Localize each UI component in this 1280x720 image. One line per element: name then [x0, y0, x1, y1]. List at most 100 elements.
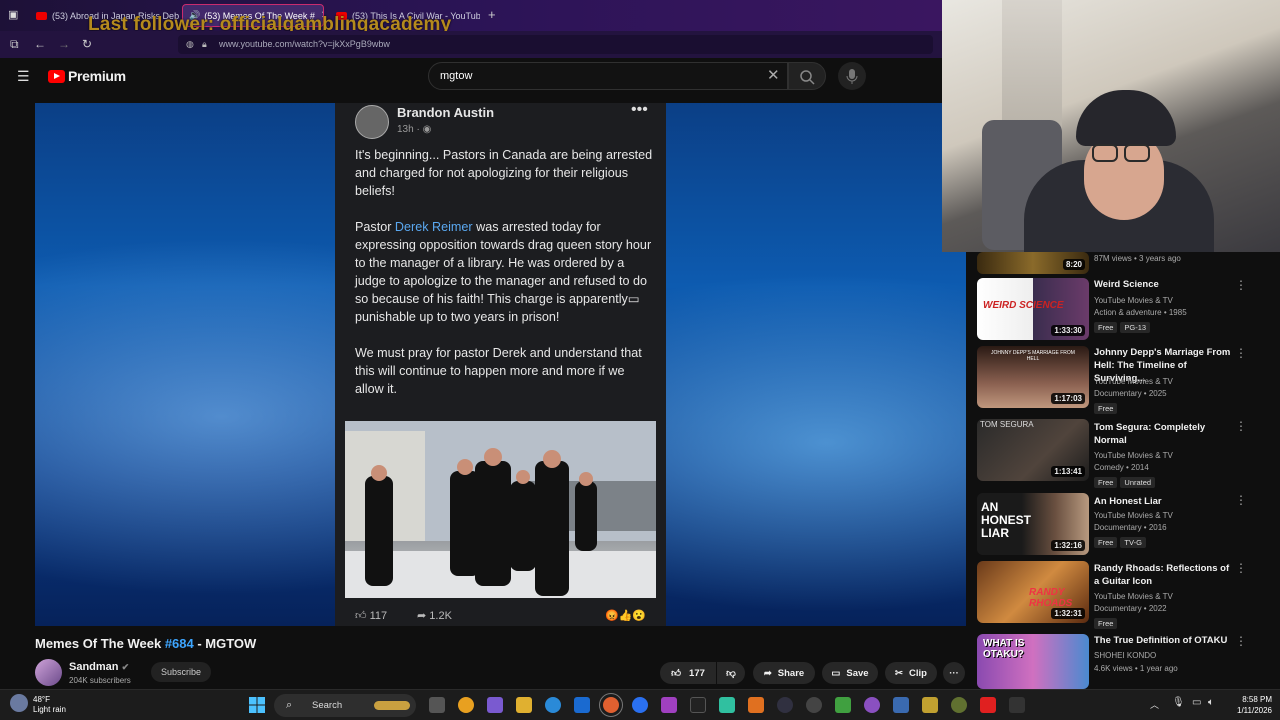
dislike-button[interactable]: 👎︎: [717, 662, 745, 684]
channel-name-text: Sandman: [69, 661, 119, 673]
recommended-video-4[interactable]: AN HONEST LIAR 1:32:16 An Honest Liar Yo…: [977, 493, 1267, 559]
weather-widget[interactable]: 48°F Light rain: [33, 695, 66, 715]
post-time-text: 13h ·: [397, 124, 423, 135]
obs-icon[interactable]: [806, 697, 822, 713]
youtube-app-icon[interactable]: [980, 697, 996, 713]
video-title[interactable]: Weird Science: [1094, 278, 1234, 291]
tab-list-icon[interactable]: ▣: [8, 8, 18, 21]
video-thumbnail[interactable]: TOM SEGURA 1:13:41: [977, 419, 1089, 481]
brave-icon[interactable]: [748, 697, 764, 713]
app-icon[interactable]: [1009, 697, 1025, 713]
search-input[interactable]: mgtow: [428, 62, 788, 90]
video-thumbnail[interactable]: 8:20: [977, 252, 1089, 274]
video-title[interactable]: An Honest Liar: [1094, 495, 1234, 508]
video-thumbnail[interactable]: JOHNNY DEPP'S MARRIAGE FROM HELL 1:17:03: [977, 346, 1089, 408]
streamer-person: [1024, 90, 1214, 252]
badge: Free: [1094, 477, 1118, 488]
more-vertical-icon[interactable]: ⋮: [1235, 278, 1247, 292]
menu-icon[interactable]: ☰: [17, 68, 30, 85]
app-icon[interactable]: [893, 697, 909, 713]
app-icon[interactable]: [777, 697, 793, 713]
video-title: Memes Of The Week #684 - MGTOW: [35, 636, 256, 651]
title-hashtag-link[interactable]: #684: [165, 636, 194, 651]
app-icon[interactable]: [487, 697, 503, 713]
recommended-video-2[interactable]: JOHNNY DEPP'S MARRIAGE FROM HELL 1:17:03…: [977, 346, 1267, 414]
firefox-icon[interactable]: [599, 693, 623, 717]
clip-button[interactable]: ✂ Clip: [885, 662, 937, 684]
post-share-number: 1.2K: [429, 610, 452, 622]
youtube-favicon-icon: [36, 11, 47, 20]
app-icon[interactable]: [661, 697, 677, 713]
new-tab-button[interactable]: +: [488, 7, 496, 22]
video-title[interactable]: The True Definition of OTAKU: [1094, 634, 1234, 647]
channel-avatar[interactable]: [35, 659, 62, 686]
video-channel: YouTube Movies & TV: [1094, 296, 1173, 305]
chrome-icon[interactable]: [458, 697, 474, 713]
recommended-video-6[interactable]: WHAT IS OTAKU? The True Definition of OT…: [977, 634, 1267, 689]
more-vertical-icon[interactable]: ⋮: [1235, 346, 1247, 360]
search-button[interactable]: [788, 62, 826, 90]
clear-search-icon[interactable]: ✕: [767, 66, 780, 84]
app-icon[interactable]: [951, 697, 967, 713]
search-icon: ⌕: [286, 699, 293, 711]
store-icon[interactable]: [574, 697, 590, 713]
recommended-video-1[interactable]: WEIRD SCIENCE 1:33:30 Weird Science YouT…: [977, 278, 1267, 344]
app-icon[interactable]: [835, 697, 851, 713]
video-title[interactable]: Randy Rhoads: Reflections of a Guitar Ic…: [1094, 562, 1234, 588]
url-bar[interactable]: ◍ 🔒︎ www.youtube.com/watch?v=jkXxPgB9wbw: [178, 35, 933, 54]
more-vertical-icon[interactable]: ⋮: [1235, 634, 1247, 648]
windows-start-icon[interactable]: [249, 697, 265, 713]
video-thumbnail[interactable]: RANDY RHOADS 1:32:31: [977, 561, 1089, 623]
video-thumbnail[interactable]: WHAT IS OTAKU?: [977, 634, 1089, 689]
youtube-logo[interactable]: Premium: [48, 68, 126, 84]
thumbnail-text: RANDY RHOADS: [1029, 587, 1073, 609]
app-icon[interactable]: [719, 697, 735, 713]
edge-icon[interactable]: [545, 697, 561, 713]
app-icon[interactable]: [922, 697, 938, 713]
recommended-video-3[interactable]: TOM SEGURA 1:13:41 Tom Segura: Completel…: [977, 419, 1267, 488]
share-button[interactable]: ➦ Share: [753, 662, 815, 684]
recommended-video-0[interactable]: 8:20 87M views • 3 years ago: [977, 252, 1267, 274]
back-icon[interactable]: ←: [34, 37, 46, 51]
forward-icon[interactable]: →: [58, 37, 70, 51]
weather-desc: Light rain: [33, 705, 66, 714]
more-vertical-icon[interactable]: ⋮: [1235, 419, 1247, 433]
more-actions-button[interactable]: ···: [943, 662, 965, 684]
post-paragraph-1: It's beginning... Pastors in Canada are …: [355, 148, 653, 198]
thumbs-down-icon: 👎︎: [726, 668, 736, 679]
terminal-icon[interactable]: [690, 697, 706, 713]
post-text: Pastor: [355, 220, 395, 234]
taskbar-clock[interactable]: 8:58 PM 1/11/2026: [1228, 694, 1272, 716]
video-player[interactable]: Brandon Austin 13h · ◉ ••• It's beginnin…: [35, 103, 966, 626]
microphone-icon[interactable]: 🎙︎: [1172, 697, 1185, 708]
video-title[interactable]: Tom Segura: Completely Normal: [1094, 421, 1234, 447]
reload-icon[interactable]: ↻: [82, 37, 92, 51]
sidebar-toggle-icon[interactable]: ⧉: [10, 37, 19, 52]
voice-search-button[interactable]: [838, 62, 866, 90]
more-vertical-icon[interactable]: ⋮: [1235, 493, 1247, 507]
messenger-icon[interactable]: [632, 697, 648, 713]
subscribe-button[interactable]: Subscribe: [151, 662, 211, 682]
file-explorer-icon[interactable]: [516, 697, 532, 713]
network-icon[interactable]: ▭: [1192, 697, 1201, 708]
task-view-icon[interactable]: [429, 697, 445, 713]
save-button[interactable]: ▭ Save: [822, 662, 878, 684]
channel-name[interactable]: Sandman ✔: [69, 661, 129, 673]
volume-icon[interactable]: 🔈︎: [1208, 697, 1214, 708]
globe-icon: ◉: [422, 124, 432, 135]
recommended-video-5[interactable]: RANDY RHOADS 1:32:31 Randy Rhoads: Refle…: [977, 561, 1267, 629]
video-thumbnail[interactable]: WEIRD SCIENCE 1:33:30: [977, 278, 1089, 340]
search-icon: [800, 70, 815, 85]
post-share-count: ➦ 1.2K: [417, 610, 452, 622]
video-duration: 1:17:03: [1051, 393, 1085, 404]
weather-icon[interactable]: [10, 694, 28, 712]
thumbnail-text: AN HONEST LIAR: [981, 500, 1032, 540]
chevron-up-icon[interactable]: ︿: [1150, 698, 1159, 711]
more-options-icon: •••: [631, 103, 648, 118]
app-icon[interactable]: [864, 697, 880, 713]
taskbar-search[interactable]: ⌕ Search: [274, 694, 416, 717]
video-thumbnail[interactable]: AN HONEST LIAR 1:32:16: [977, 493, 1089, 555]
more-vertical-icon[interactable]: ⋮: [1235, 561, 1247, 575]
like-button[interactable]: 👍︎ 177: [660, 662, 716, 684]
video-duration: 8:20: [1062, 259, 1085, 270]
